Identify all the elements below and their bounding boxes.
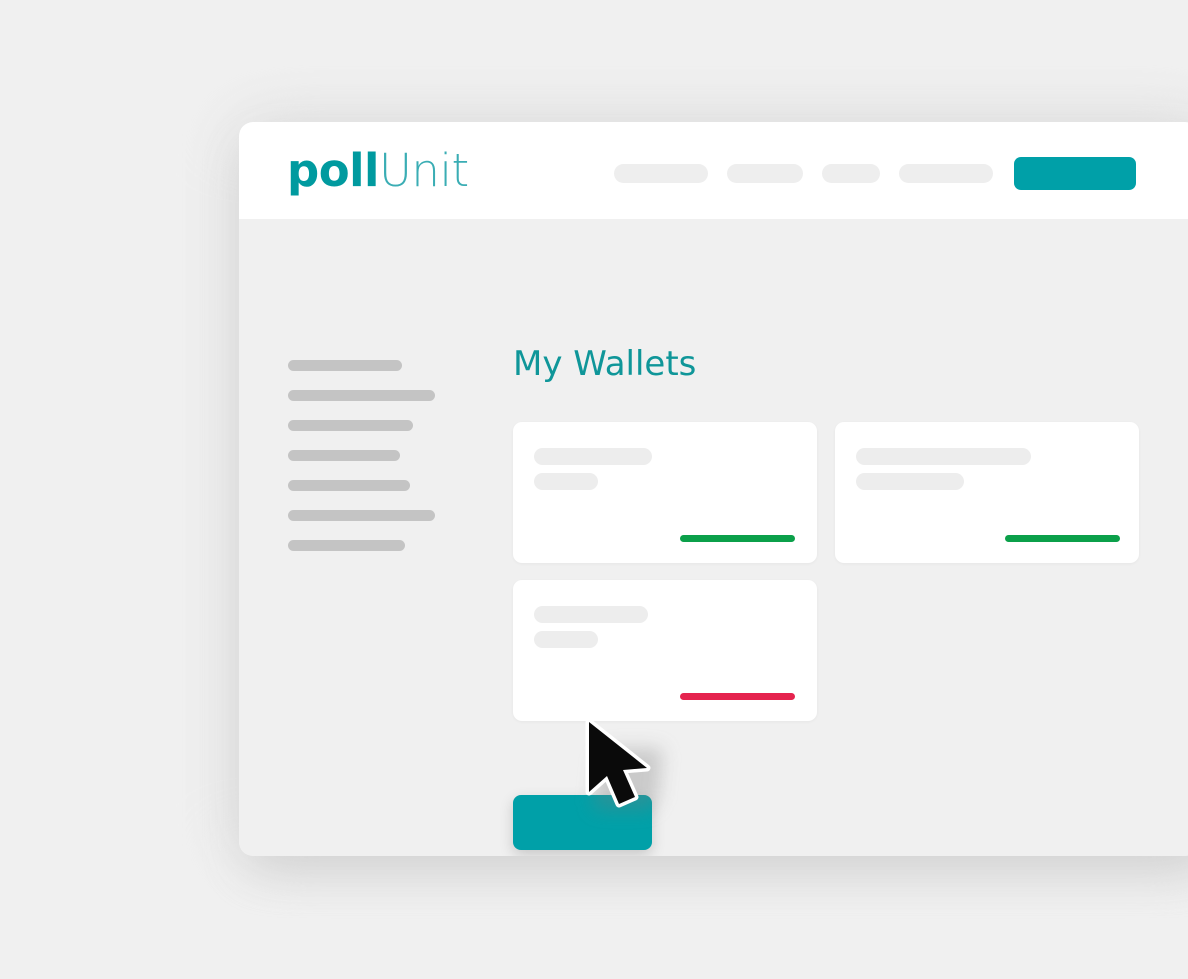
wallet-card-status-bar xyxy=(680,535,795,542)
wallet-card[interactable] xyxy=(835,422,1139,563)
wallet-card[interactable] xyxy=(513,580,817,721)
sidebar-item-5-placeholder[interactable] xyxy=(288,480,410,491)
add-wallet-button[interactable] xyxy=(513,795,652,850)
sidebar-item-3-placeholder[interactable] xyxy=(288,420,413,431)
nav-item-2-placeholder[interactable] xyxy=(727,163,803,183)
wallet-card-title-placeholder xyxy=(534,448,652,465)
wallet-card-status-bar xyxy=(680,693,795,700)
page-title: My Wallets xyxy=(513,344,697,384)
app-body: My Wallets xyxy=(239,219,1188,856)
sidebar-item-7-placeholder[interactable] xyxy=(288,540,405,551)
wallet-card-title-placeholder xyxy=(534,606,648,623)
wallet-card-subtitle-placeholder xyxy=(534,473,598,490)
wallet-card-subtitle-placeholder xyxy=(856,473,964,490)
logo-text-light: Unit xyxy=(378,144,469,197)
wallet-card-subtitle-placeholder xyxy=(534,631,598,648)
nav-item-3-placeholder[interactable] xyxy=(822,163,880,183)
top-navigation-bar: pollUnit xyxy=(239,122,1188,219)
wallet-card-grid xyxy=(513,422,1139,721)
sidebar xyxy=(288,360,488,570)
sidebar-item-6-placeholder[interactable] xyxy=(288,510,435,521)
nav-cta-button[interactable] xyxy=(1014,156,1136,190)
sidebar-item-4-placeholder[interactable] xyxy=(288,450,400,461)
wallet-card[interactable] xyxy=(513,422,817,563)
sidebar-item-2-placeholder[interactable] xyxy=(288,390,435,401)
sidebar-item-1-placeholder[interactable] xyxy=(288,360,402,371)
nav-item-1-placeholder[interactable] xyxy=(614,163,708,183)
nav-links xyxy=(614,156,1136,190)
wallet-card-status-bar xyxy=(1005,535,1120,542)
pollunit-logo[interactable]: pollUnit xyxy=(287,143,469,199)
logo-text-bold: poll xyxy=(287,144,379,197)
primary-action-wrap xyxy=(513,795,652,854)
nav-item-4-placeholder[interactable] xyxy=(899,163,993,183)
app-window: pollUnit My Wallets xyxy=(239,122,1188,856)
wallet-card-title-placeholder xyxy=(856,448,1031,465)
main-content: My Wallets xyxy=(513,344,1188,721)
